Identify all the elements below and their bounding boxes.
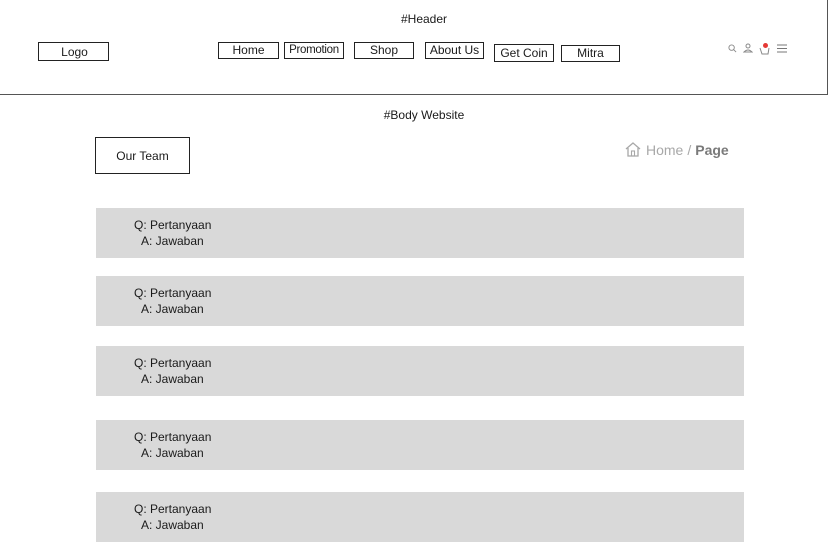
faq-item[interactable]: Q: Pertanyaan A: Jawaban [96,276,744,326]
faq-question: Q: Pertanyaan [134,430,212,444]
cart-badge [763,42,768,48]
faq-answer: A: Jawaban [141,302,204,316]
breadcrumb-current: Page [695,141,729,158]
nav-about-us[interactable]: About Us [425,42,484,59]
nav-promotion[interactable]: Promotion [284,42,344,59]
section-title-our-team: Our Team [95,137,190,174]
faq-item[interactable]: Q: Pertanyaan A: Jawaban [96,492,744,542]
faq-question: Q: Pertanyaan [134,286,212,300]
cart-icon[interactable] [759,42,771,55]
nav-mitra[interactable]: Mitra [561,45,620,62]
faq-question: Q: Pertanyaan [134,356,212,370]
faq-answer: A: Jawaban [141,446,204,460]
logo[interactable]: Logo [38,42,109,61]
body-label: #Body Website [383,108,465,122]
faq-item[interactable]: Q: Pertanyaan A: Jawaban [96,208,744,258]
user-icon[interactable] [742,43,754,56]
menu-icon[interactable] [777,44,787,56]
home-icon[interactable] [624,141,642,158]
header-icons [728,42,787,56]
faq-answer: A: Jawaban [141,518,204,532]
header-label: #Header [400,12,448,26]
search-icon[interactable] [728,43,737,56]
nav-home[interactable]: Home [218,42,279,59]
breadcrumb-home[interactable]: Home [646,142,683,158]
faq-question: Q: Pertanyaan [134,218,212,232]
faq-question: Q: Pertanyaan [134,502,212,516]
faq-item[interactable]: Q: Pertanyaan A: Jawaban [96,420,744,470]
nav-shop[interactable]: Shop [354,42,414,59]
nav-get-coin[interactable]: Get Coin [494,44,554,62]
breadcrumb-separator: / [687,141,692,158]
faq-item[interactable]: Q: Pertanyaan A: Jawaban [96,346,744,396]
faq-answer: A: Jawaban [141,372,204,386]
faq-answer: A: Jawaban [141,234,204,248]
header: #Header Logo Home Promotion Shop About U… [0,0,828,95]
breadcrumb: Home / Page [624,141,729,158]
